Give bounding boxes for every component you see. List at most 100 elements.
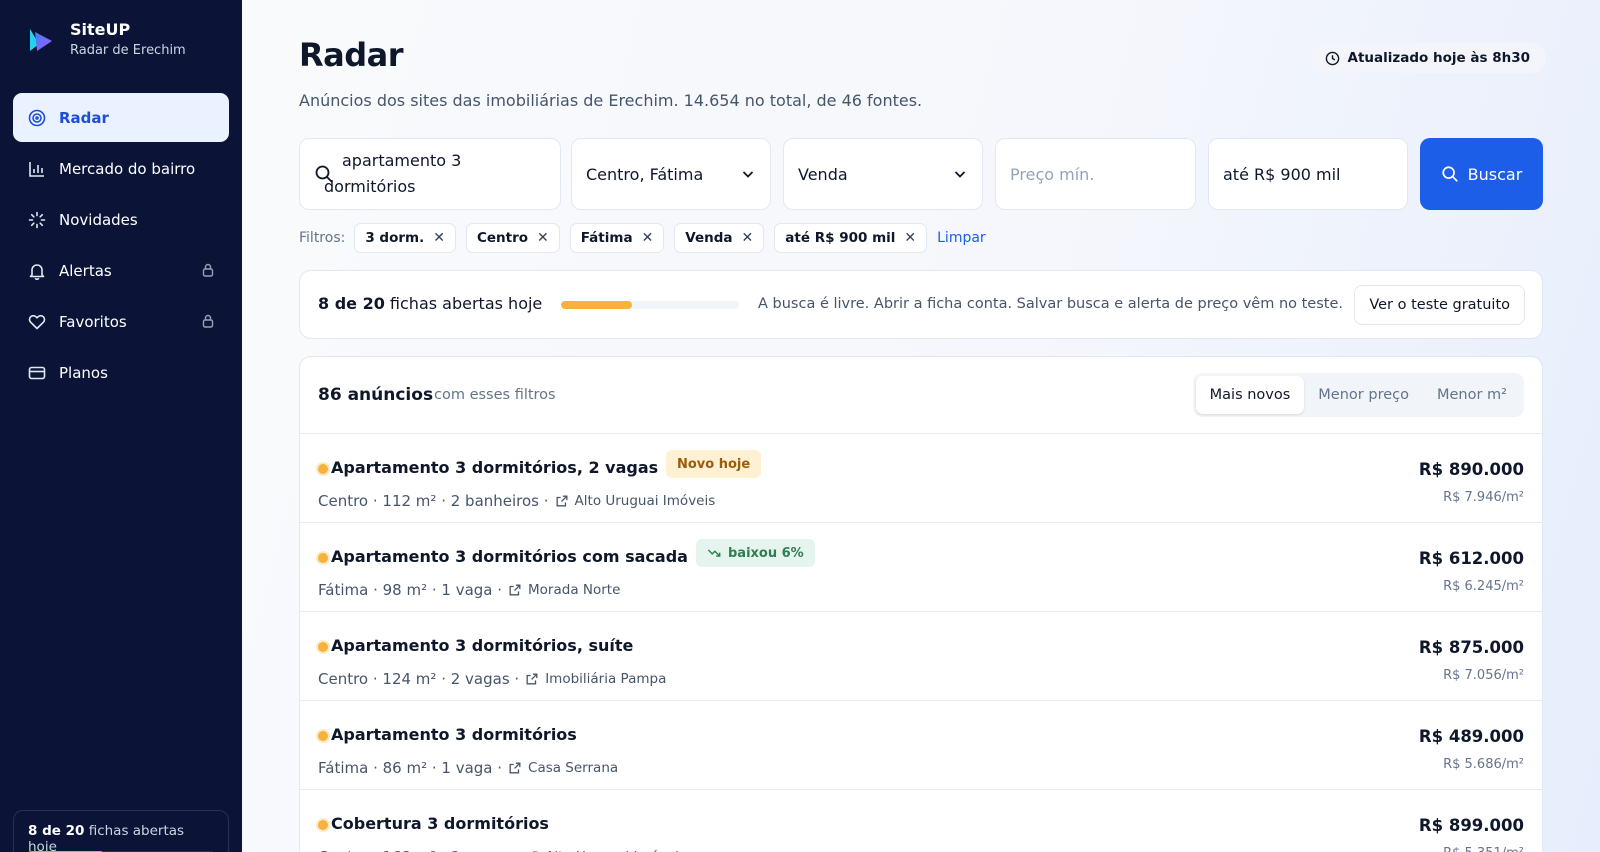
updated-badge: Atualizado hoje às 8h30 [1310, 43, 1546, 73]
clear-filters-link[interactable]: Limpar [937, 230, 986, 246]
search-input[interactable]: apartamento 3 dormitórios [299, 138, 561, 210]
search-query-line1: apartamento 3 [342, 151, 462, 170]
sidebar-item-planos[interactable]: Planos [13, 348, 229, 397]
listing-title[interactable]: Cobertura 3 dormitórios [331, 814, 549, 833]
filter-chip[interactable]: Centro ✕ [465, 223, 560, 253]
quota-panel: 8 de 20 fichas abertas hoje A busca é li… [299, 270, 1543, 339]
listing-source[interactable]: Alto Uruguai Imóveis [575, 493, 716, 509]
close-icon[interactable]: ✕ [642, 230, 654, 246]
chevron-down-icon [742, 171, 754, 178]
sidebar-item-novidades[interactable]: Novidades [13, 195, 229, 244]
credit-card-icon [27, 363, 47, 383]
listing-row[interactable]: Cobertura 3 dormitórios Centro · 168 m² ·… [300, 790, 1542, 852]
quota-progress-fill [561, 301, 633, 309]
heart-icon [27, 312, 47, 332]
listing-meta: Centro · 124 m² · 2 vagas · Imobiliária P… [318, 670, 666, 688]
sidebar-item-radar[interactable]: Radar [13, 93, 229, 142]
siteup-logo-icon [30, 29, 52, 51]
listing-list: Apartamento 3 dormitórios, 2 vagas Novo h… [300, 434, 1542, 852]
listing-details: Fátima · 98 m² · 1 vaga · [318, 581, 503, 599]
sort-menor-preco[interactable]: Menor preço [1304, 376, 1423, 414]
external-link-icon[interactable] [525, 672, 539, 686]
listing-title[interactable]: Apartamento 3 dormitórios [331, 725, 577, 744]
listing-price-per-m2: R$ 5.351/m² [1443, 846, 1524, 852]
bairro-select[interactable]: Centro, Fátima [571, 138, 771, 210]
external-link-icon[interactable] [555, 494, 569, 508]
listing-badge: baixou 6% [696, 539, 815, 567]
clock-icon [1325, 51, 1339, 65]
sidebar-item-alertas[interactable]: Alertas [13, 246, 229, 295]
close-icon[interactable]: ✕ [537, 230, 549, 246]
sidebar-item-mercado[interactable]: Mercado do bairro [13, 144, 229, 193]
main-content: Radar Atualizado hoje às 8h30 Anúncios d… [242, 0, 1600, 852]
listing-price: R$ 612.000 [1418, 549, 1524, 568]
close-icon[interactable]: ✕ [742, 230, 754, 246]
tipo-value: Venda [798, 164, 848, 184]
listing-meta: Fátima · 86 m² · 1 vaga · Casa Serrana [318, 759, 618, 777]
listing-badge-label: Novo hoje [677, 456, 751, 472]
sidebar-item-label: Planos [59, 363, 108, 382]
brand-name: SiteUP [70, 20, 131, 39]
results-count-sub: com esses filtros [434, 387, 556, 403]
listing-price: R$ 489.000 [1418, 727, 1524, 746]
listing-details: Centro · 168 m² · 2 vagas · [318, 848, 519, 852]
close-icon[interactable]: ✕ [433, 230, 445, 246]
filter-chip[interactable]: Venda ✕ [674, 223, 765, 253]
brand[interactable]: SiteUP Radar de Erechim [26, 20, 186, 60]
listing-meta: Fátima · 98 m² · 1 vaga · Morada Norte [318, 581, 620, 599]
listing-price: R$ 875.000 [1418, 638, 1524, 657]
listing-title[interactable]: Apartamento 3 dormitórios, 2 vagas [331, 458, 658, 477]
listing-source[interactable]: Casa Serrana [528, 760, 618, 776]
listing-price: R$ 890.000 [1418, 460, 1524, 479]
listing-title[interactable]: Apartamento 3 dormitórios com sacada [331, 547, 688, 566]
listing-source[interactable]: Imobiliária Pampa [545, 671, 666, 687]
filter-chip[interactable]: até R$ 900 mil ✕ [774, 223, 928, 253]
filter-chip-label: Fátima [580, 230, 633, 246]
search-button[interactable]: Buscar [1420, 138, 1543, 210]
bar-chart-icon [27, 159, 47, 179]
sidebar-item-label: Alertas [59, 261, 112, 280]
sort-mais-novos[interactable]: Mais novos [1195, 376, 1305, 414]
listing-row[interactable]: Apartamento 3 dormitórios, 2 vagas Novo h… [300, 434, 1542, 523]
sort-menor-m2[interactable]: Menor m² [1423, 376, 1521, 414]
listing-source[interactable]: Morada Norte [528, 582, 620, 598]
results-panel: 86 anúncios com esses filtros Mais novos… [299, 356, 1543, 852]
sidebar-item-label: Mercado do bairro [59, 159, 196, 178]
listing-row[interactable]: Apartamento 3 dormitórios, suíte Centro ·… [300, 612, 1542, 701]
listing-badge: Novo hoje [666, 450, 762, 478]
filter-chip[interactable]: 3 dorm. ✕ [354, 223, 456, 253]
listing-meta: Centro · 112 m² · 2 banheiros · Alto Urug… [318, 492, 715, 510]
filters-label: Filtros: [299, 230, 346, 246]
listing-price: R$ 899.000 [1418, 816, 1524, 835]
listing-details: Fátima · 86 m² · 1 vaga · [318, 759, 503, 777]
status-dot [318, 464, 328, 474]
filter-chip-label: até R$ 900 mil [785, 230, 896, 246]
listing-price-per-m2: R$ 7.946/m² [1443, 490, 1524, 505]
page-title: Radar [299, 36, 404, 74]
filter-chip[interactable]: Fátima ✕ [569, 223, 665, 253]
status-dot [318, 820, 328, 830]
free-trial-button[interactable]: Ver o teste gratuito [1354, 285, 1525, 325]
external-link-icon[interactable] [508, 761, 522, 775]
listing-title[interactable]: Apartamento 3 dormitórios, suíte [331, 636, 633, 655]
preco-max-value: até R$ 900 mil [1223, 164, 1341, 184]
search-button-label: Buscar [1467, 164, 1523, 184]
trending-down-icon [707, 549, 721, 557]
listing-badge-label: baixou 6% [728, 545, 804, 561]
search-icon [1442, 166, 1458, 182]
page-subtitle: Anúncios dos sites das imobiliárias de E… [299, 91, 923, 110]
filter-chip-label: Centro [476, 230, 529, 246]
listing-details: Centro · 112 m² · 2 banheiros · [318, 492, 549, 510]
chevron-down-icon [954, 171, 966, 178]
sidebar-item-favoritos[interactable]: Favoritos [13, 297, 229, 346]
tipo-select[interactable]: Venda [783, 138, 983, 210]
external-link-icon[interactable] [508, 583, 522, 597]
preco-max-input[interactable]: até R$ 900 mil [1208, 138, 1408, 210]
status-dot [318, 642, 328, 652]
close-icon[interactable]: ✕ [904, 230, 916, 246]
listing-row[interactable]: Apartamento 3 dormitórios Fátima · 86 m² … [300, 701, 1542, 790]
listing-row[interactable]: Apartamento 3 dormitórios com sacada baix… [300, 523, 1542, 612]
preco-min-input[interactable]: Preço mín. [995, 138, 1196, 210]
listing-price-per-m2: R$ 7.056/m² [1443, 668, 1524, 683]
listing-meta: Centro · 168 m² · 2 vagas ·Alto Uruguai … [318, 848, 686, 852]
